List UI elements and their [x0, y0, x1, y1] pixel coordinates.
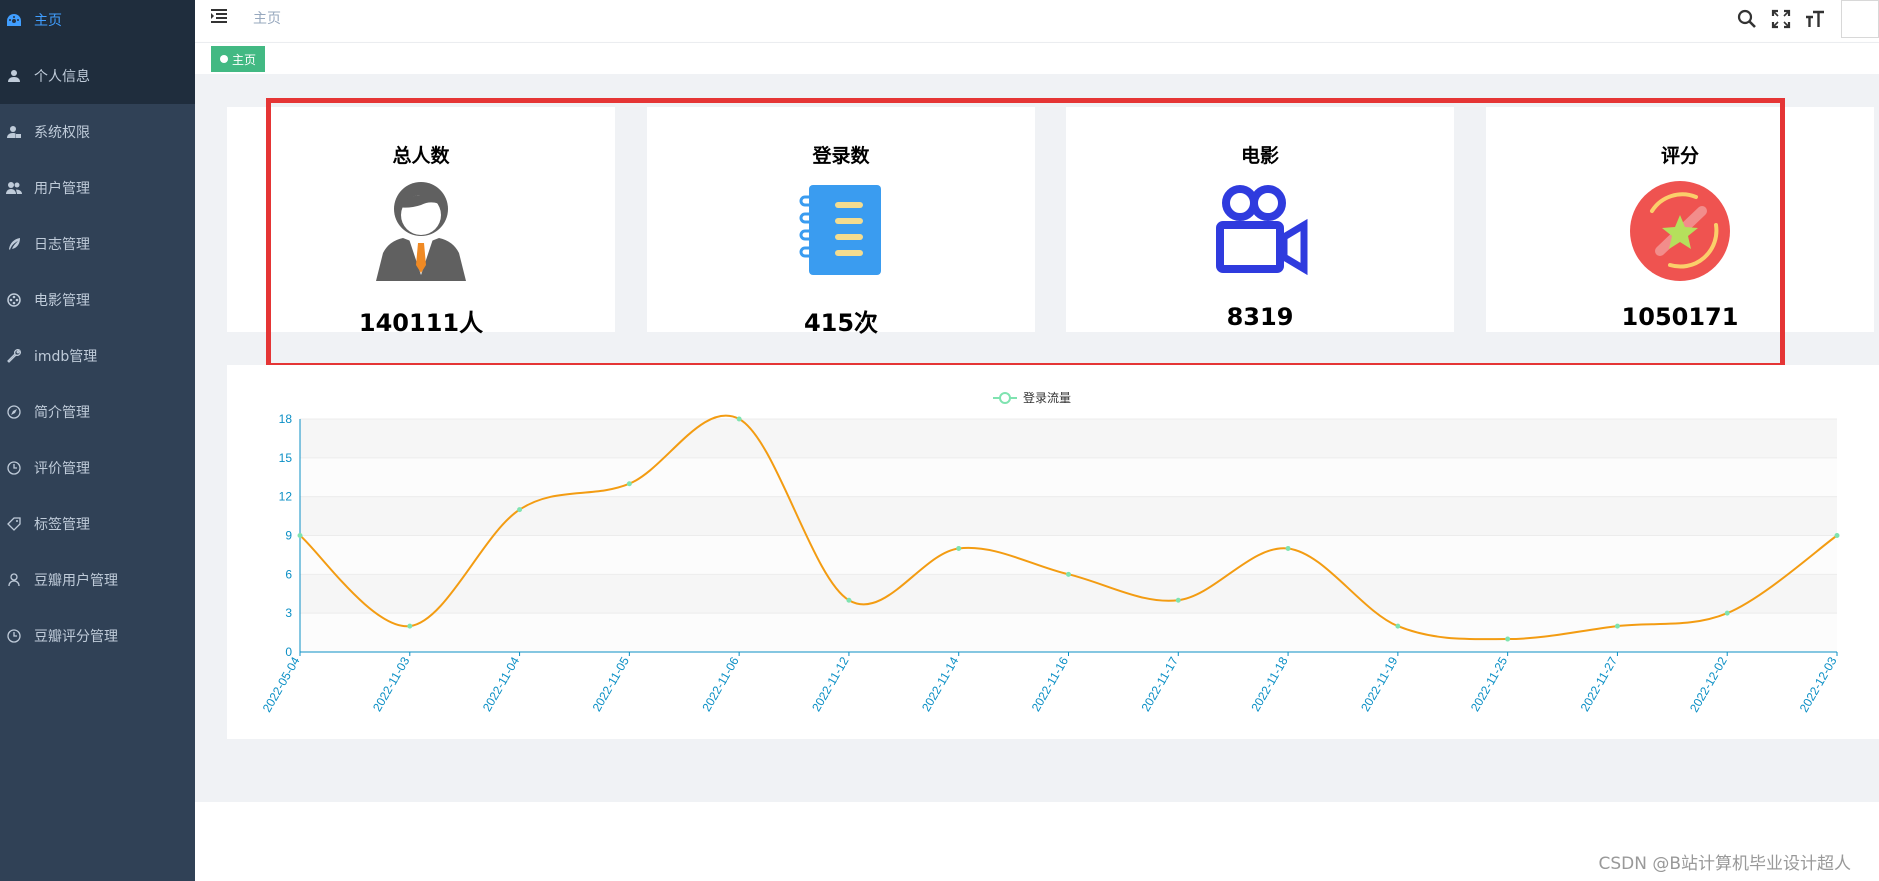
data-point	[956, 545, 962, 551]
x-tick-label: 2022-11-18	[1248, 654, 1291, 714]
sidebar-item-label: 电影管理	[34, 293, 90, 309]
grid-band	[300, 613, 1837, 652]
sidebar-item-logs[interactable]: 日志管理	[0, 216, 195, 272]
chart-panel: 0 3 6 9 12 15 18 2022-05-04 2022-11-03 2022-11-04…	[227, 365, 1879, 739]
user-lock-icon	[6, 124, 22, 140]
active-dot-icon	[220, 55, 228, 63]
wrench-icon	[6, 348, 22, 364]
x-tick-label: 2022-11-05	[590, 654, 633, 714]
y-tick-label: 15	[279, 451, 293, 465]
grid-band	[300, 419, 1837, 458]
sidebar-item-home[interactable]: 主页	[0, 0, 195, 48]
compass-icon	[6, 404, 22, 420]
sidebar-item-label: 简介管理	[34, 405, 90, 421]
data-point	[1614, 623, 1620, 629]
data-point	[846, 597, 852, 603]
y-tick-label: 12	[279, 490, 293, 504]
data-point	[1175, 597, 1181, 603]
x-tick-label: 2022-11-17	[1139, 654, 1182, 714]
legend-marker	[999, 392, 1011, 404]
sidebar-item-users[interactable]: 用户管理	[0, 160, 195, 216]
highlight-box	[266, 98, 1785, 368]
sidebar-item-label: 主页	[34, 13, 62, 29]
film-reel-icon	[6, 292, 22, 308]
x-tick-label: 2022-11-06	[699, 654, 742, 714]
navbar: 主页	[195, 0, 1879, 43]
x-tick-label: 2022-11-04	[480, 654, 523, 714]
tag-home[interactable]: 主页	[211, 46, 266, 72]
person-icon	[6, 572, 22, 588]
x-tick-label: 2022-11-12	[809, 654, 852, 714]
y-tick-label: 6	[285, 567, 292, 581]
y-tick-label: 9	[285, 529, 292, 543]
sidebar-item-tags[interactable]: 标签管理	[0, 496, 195, 552]
user-icon	[6, 68, 22, 84]
data-point	[736, 416, 742, 422]
sidebar-item-douban-ratings[interactable]: 豆瓣评分管理	[0, 608, 195, 664]
x-tick-label: 2022-12-03	[1797, 654, 1840, 714]
dashboard-icon	[6, 12, 22, 28]
data-point	[1395, 623, 1401, 629]
sidebar-item-label: 系统权限	[34, 125, 90, 141]
login-traffic-chart: 03691215182022-05-04 2022-11-03 2022-11-04…	[260, 390, 1840, 715]
x-tick-label: 2022-05-04	[260, 654, 303, 714]
sidebar-item-label: 豆瓣评分管理	[34, 629, 118, 645]
avatar[interactable]	[1841, 0, 1879, 38]
search-icon[interactable]	[1735, 7, 1759, 31]
x-tick-label: 2022-11-25	[1468, 654, 1511, 714]
sidebar: 主页 个人信息 系统权限 用户管理 日志管理 电影管理 imdb管理 简介管理 …	[0, 0, 195, 881]
clock-icon	[6, 628, 22, 644]
users-icon	[6, 180, 22, 196]
data-point	[297, 533, 303, 538]
x-tick-label: 2022-11-14	[919, 654, 962, 714]
x-tick-label: 2022-11-27	[1578, 654, 1621, 714]
data-point	[626, 481, 632, 487]
data-point	[1834, 533, 1840, 538]
sidebar-item-intro[interactable]: 简介管理	[0, 384, 195, 440]
x-tick-label: 2022-11-16	[1029, 654, 1072, 714]
sidebar-item-label: 评价管理	[34, 461, 90, 477]
tags-view: 主页	[195, 43, 1879, 75]
x-tick-label: 2022-11-19	[1358, 654, 1401, 714]
legend-label: 登录流量	[1023, 390, 1071, 405]
sidebar-item-label: 个人信息	[34, 69, 90, 85]
x-tick-label: 2022-12-02	[1687, 654, 1730, 714]
data-point	[1066, 571, 1071, 577]
data-point	[1724, 610, 1730, 616]
sidebar-item-permissions[interactable]: 系统权限	[0, 104, 195, 160]
sidebar-item-label: 日志管理	[34, 237, 90, 253]
tag-label: 主页	[232, 52, 257, 67]
right-toolbar	[1735, 0, 1879, 38]
sidebar-item-label: 标签管理	[34, 517, 90, 533]
sidebar-item-douban-users[interactable]: 豆瓣用户管理	[0, 552, 195, 608]
sidebar-item-profile[interactable]: 个人信息	[0, 48, 195, 104]
sidebar-item-movies[interactable]: 电影管理	[0, 272, 195, 328]
feather-icon	[6, 236, 22, 252]
x-tick-label: 2022-11-03	[370, 654, 413, 714]
breadcrumb[interactable]: 主页	[253, 8, 281, 28]
data-point	[1285, 545, 1291, 551]
grid-band	[300, 457, 1837, 497]
fullscreen-icon[interactable]	[1769, 7, 1793, 31]
y-tick-label: 18	[279, 412, 293, 426]
grid-band	[300, 574, 1837, 614]
data-point	[517, 507, 523, 513]
watermark: CSDN @B站计算机毕业设计超人	[1598, 854, 1851, 874]
hamburger-icon[interactable]	[211, 8, 231, 28]
sidebar-item-label: imdb管理	[34, 349, 98, 365]
sidebar-item-reviews[interactable]: 评价管理	[0, 440, 195, 496]
tag-icon	[6, 516, 22, 532]
data-point	[1505, 636, 1511, 642]
data-point	[407, 623, 413, 629]
sidebar-item-label: 豆瓣用户管理	[34, 573, 118, 589]
clock-icon	[6, 460, 22, 476]
font-size-icon[interactable]	[1803, 7, 1827, 31]
grid-band	[300, 535, 1837, 575]
sidebar-item-label: 用户管理	[34, 181, 90, 197]
sidebar-item-imdb[interactable]: imdb管理	[0, 328, 195, 384]
y-tick-label: 3	[285, 606, 292, 620]
